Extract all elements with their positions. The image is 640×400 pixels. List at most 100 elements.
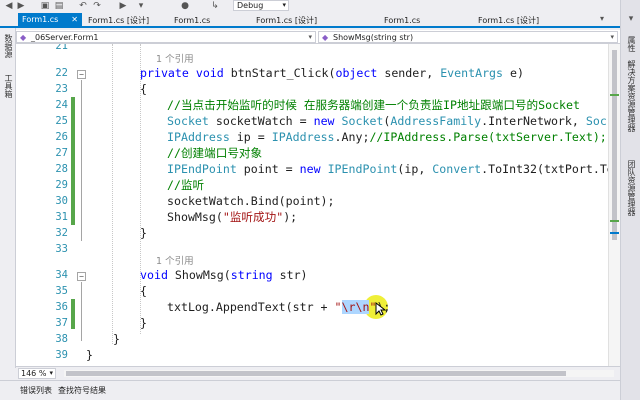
code-text: point = — [236, 162, 300, 176]
chevron-down-icon: ▾ — [308, 33, 312, 41]
code-text: ip = — [229, 130, 272, 144]
step-icon[interactable]: ↳ — [210, 1, 220, 11]
redo-icon[interactable]: ↷ — [92, 1, 102, 11]
collapse-icon[interactable]: − — [77, 272, 86, 281]
pin-icon[interactable]: ▾ — [626, 14, 636, 24]
side-tab-team-explorer[interactable]: 团队资源管理器 — [626, 160, 637, 216]
code-line: private void btnStart_Click(object sende… — [140, 66, 524, 80]
line-number: 27 — [55, 147, 68, 159]
line-number: 36 — [55, 301, 68, 313]
tab-form1-cs[interactable]: Form1.cs — [170, 14, 250, 28]
code-lens-references[interactable]: 1 个引用 — [156, 256, 194, 268]
selected-text[interactable]: \r\n — [341, 300, 370, 314]
tab-form1-designer[interactable]: Form1.cs [设计] — [252, 14, 342, 28]
zoom-dropdown[interactable]: 146 % ▾ — [18, 368, 56, 379]
code-lens-references[interactable]: 1 个引用 — [156, 54, 194, 66]
code-text: } — [140, 226, 147, 240]
breakpoint-icon[interactable]: ● — [180, 1, 190, 11]
horizontal-scrollbar[interactable] — [64, 370, 614, 377]
line-number: 26 — [55, 131, 68, 143]
save-icon[interactable]: ▣ — [40, 1, 50, 11]
chevron-down-icon: ▾ — [610, 33, 614, 41]
document-tab-bar: Form1.cs ✕ Form1.cs [设计] Form1.cs Form1.… — [0, 12, 620, 28]
scrollbar-thumb[interactable] — [66, 371, 566, 376]
start-icon[interactable]: ▶ — [118, 1, 128, 11]
code-text: } — [113, 332, 120, 346]
code-text: btnStart_Click( — [223, 66, 336, 80]
line-number: 35 — [55, 285, 68, 297]
type-name: IPAddress — [167, 130, 230, 144]
type-name: Convert — [432, 162, 482, 176]
type-name: Socket — [167, 114, 209, 128]
tab-overflow-icon[interactable]: ▾ — [600, 14, 604, 23]
side-tab-data-sources[interactable]: 数据源 — [3, 34, 14, 58]
back-icon[interactable]: ◀ — [4, 1, 14, 11]
code-line: } — [140, 226, 147, 240]
line-number: 25 — [55, 115, 68, 127]
tab-find-symbol-results[interactable]: 查找符号结果 — [58, 385, 106, 396]
comment: //当点击开始监听的时候 在服务器端创建一个负责监IP地址跟端口号的Socket — [167, 98, 581, 112]
code-line: } — [86, 348, 93, 362]
keyword: new — [299, 162, 321, 176]
tab-label: Form1.cs — [22, 15, 59, 24]
code-line: { — [140, 284, 147, 298]
undo-icon[interactable]: ↶ — [78, 1, 88, 11]
line-number: 28 — [55, 163, 68, 175]
code-text: ); — [283, 210, 298, 224]
code-text: sender, — [377, 66, 441, 80]
type-name: IPEndPoint — [327, 162, 398, 176]
code-text: socketWatch = — [208, 114, 314, 128]
code-line: //当点击开始监听的时候 在服务器端创建一个负责监IP地址跟端口号的Socket — [167, 98, 580, 112]
caret-marker — [610, 232, 619, 234]
side-tab-solution-explorer[interactable]: 解决方案资源管理器 — [626, 60, 637, 132]
type-name: EventArgs — [440, 66, 504, 80]
keyword: new — [313, 114, 335, 128]
editor-status-strip: 146 % ▾ — [16, 366, 620, 380]
code-editor[interactable]: 21 22 23 24 25 26 27 28 29 30 31 32 33 3… — [16, 44, 620, 366]
code-line: IPEndPoint point = new IPEndPoint(ip, Co… — [167, 162, 620, 176]
save-all-icon[interactable]: ▤ — [54, 1, 64, 11]
line-number: 34 — [55, 269, 68, 281]
code-line: //创建端口号对象 — [167, 146, 262, 160]
tab-form1-cs-active[interactable]: Form1.cs ✕ — [18, 13, 82, 28]
code-text: } — [86, 348, 93, 362]
tab-form1-designer[interactable]: Form1.cs [设计] — [84, 14, 168, 28]
bottom-tool-tabs: 错误列表 查找符号结果 — [0, 380, 620, 400]
tab-error-list[interactable]: 错误列表 — [20, 385, 52, 396]
code-text: txtLog.AppendText(str + — [167, 300, 335, 314]
code-line: void ShowMsg(string str) — [140, 268, 308, 282]
navigation-bar: ◆ _06Server.Form1 ▾ ◆ ShowMsg(string str… — [16, 30, 620, 44]
tab-form1-designer[interactable]: Form1.cs [设计] — [474, 14, 574, 28]
code-line: //监听 — [167, 178, 204, 192]
left-tool-window-strip: 数据源 工具箱 — [0, 28, 16, 368]
chevron-down-icon: ▾ — [282, 1, 286, 9]
change-indicator — [71, 299, 75, 329]
right-tool-window-strip: ▾ 解决方案资源管理器 团队资源管理器 属性 — [620, 0, 640, 400]
member-navigation-dropdown[interactable]: ◆ ShowMsg(string str) ▾ — [318, 31, 618, 43]
solution-config-dropdown[interactable]: Debug ▾ — [233, 0, 289, 11]
line-number-gutter: 21 22 23 24 25 26 27 28 29 30 31 32 33 3… — [16, 44, 72, 366]
chevron-down-icon[interactable]: ▾ — [136, 1, 146, 11]
type-name: Socket — [341, 114, 384, 128]
code-line: Socket socketWatch = new Socket(AddressF… — [167, 114, 620, 128]
keyword: private — [140, 66, 189, 80]
collapse-icon[interactable]: − — [77, 70, 86, 79]
change-marker — [610, 94, 619, 96]
code-line: IPAddress ip = IPAddress.Any;//IPAddress… — [167, 130, 607, 144]
type-name: IPEndPoint — [167, 162, 237, 176]
tab-form1-cs[interactable]: Form1.cs — [380, 14, 450, 28]
side-tab-properties[interactable]: 属性 — [626, 36, 637, 52]
type-name: AddressFamily — [390, 114, 482, 128]
code-line: txtLog.AppendText(str + "\r\n"); — [167, 300, 390, 314]
side-tab-toolbox[interactable]: 工具箱 — [3, 74, 14, 98]
code-text: e) — [503, 66, 524, 80]
string-literal: " — [334, 300, 342, 314]
forward-icon[interactable]: ▶ — [16, 1, 26, 11]
class-navigation-dropdown[interactable]: ◆ _06Server.Form1 ▾ — [16, 31, 316, 43]
type-name: IPAddress — [271, 130, 335, 144]
vertical-scrollbar[interactable] — [608, 44, 620, 366]
scrollbar-thumb[interactable] — [612, 50, 617, 240]
close-icon[interactable]: ✕ — [71, 13, 78, 26]
fold-line — [81, 80, 82, 241]
code-text: (ip, — [397, 162, 433, 176]
